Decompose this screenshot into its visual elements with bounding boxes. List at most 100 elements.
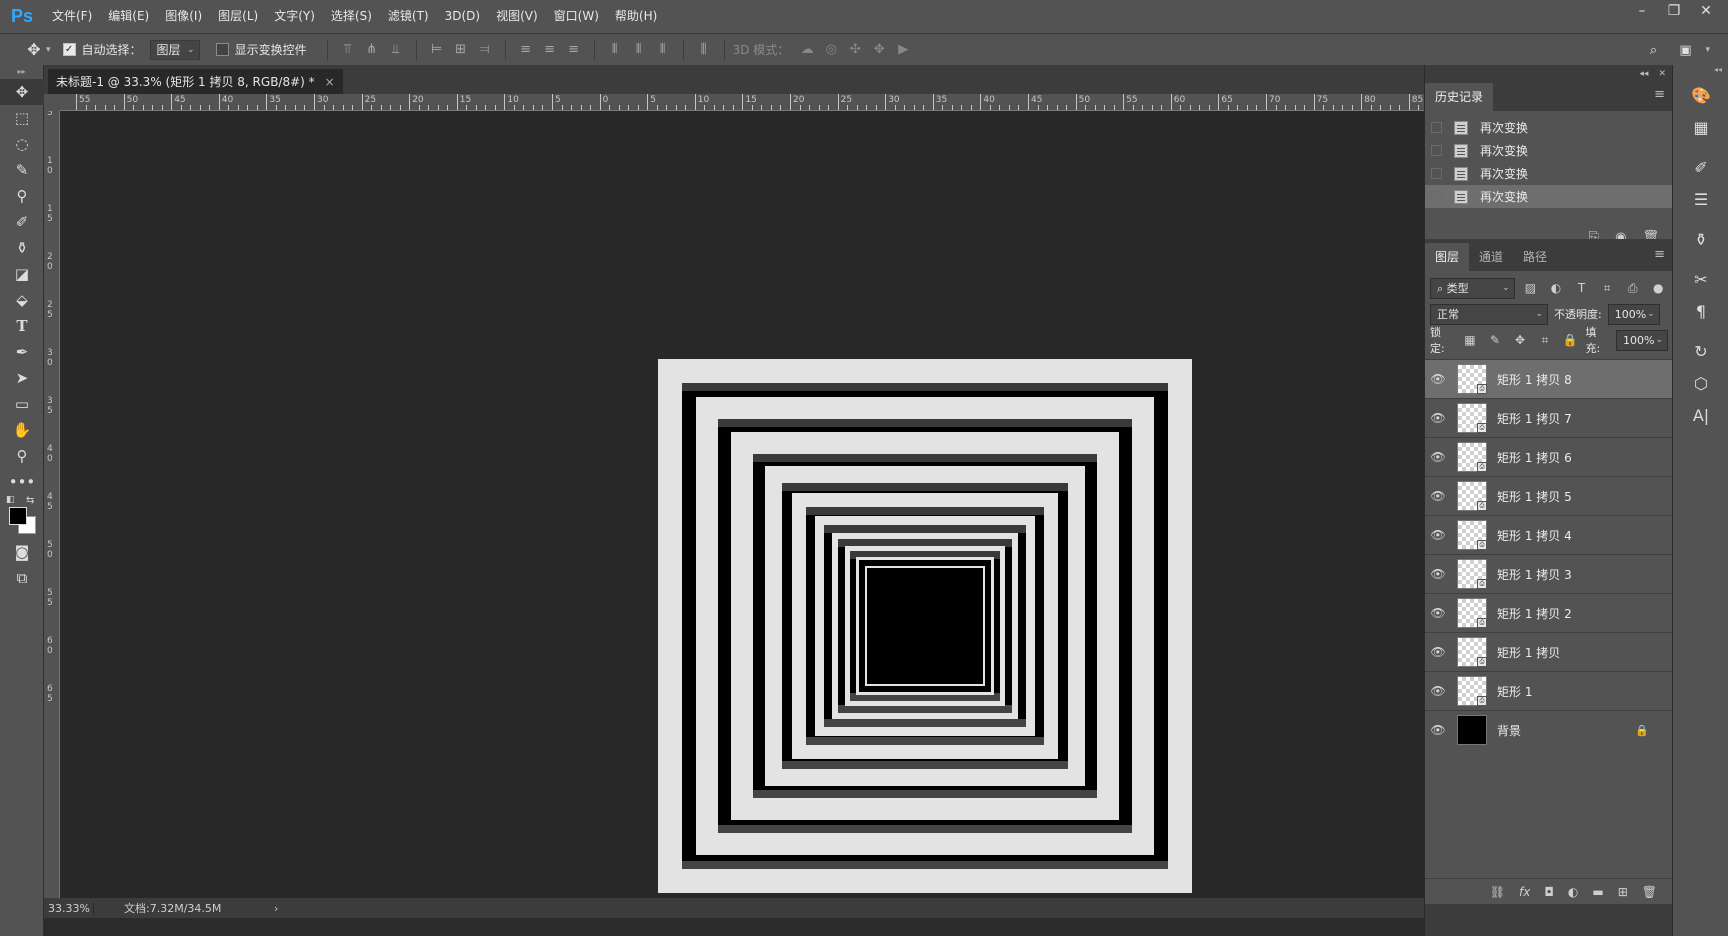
3d-slide-icon[interactable]: ✥ (867, 38, 891, 62)
move-tool-icon[interactable]: ✥ (0, 79, 44, 105)
align-right-icon[interactable]: ⫤ (473, 38, 497, 62)
brush-tool-icon[interactable]: ✐ (0, 209, 44, 235)
brush-panel-icon[interactable]: ✐ (1681, 151, 1721, 183)
restore-button[interactable]: ❐ (1658, 0, 1690, 22)
align-top-icon[interactable]: ⫪ (336, 38, 360, 62)
shape-filter-icon[interactable]: ⌗ (1597, 281, 1617, 296)
visibility-eye-icon[interactable]: 👁 (1425, 372, 1451, 386)
strip-grip-icon[interactable]: ◂◂ (1673, 65, 1728, 79)
marquee-tool-icon[interactable]: ⬚ (0, 105, 44, 131)
visibility-eye-icon[interactable]: 👁 (1425, 489, 1451, 503)
navigator-panel-icon[interactable]: ↻ (1681, 335, 1721, 367)
layer-lock-icon[interactable]: 🔒 (1635, 724, 1649, 737)
auto-select-checkbox[interactable]: ✓ (62, 43, 76, 56)
lock-all-icon[interactable]: 🔒 (1561, 333, 1580, 347)
blend-mode-select[interactable]: 正常 ⌄ (1430, 303, 1548, 325)
3d-pan-icon[interactable]: ✣ (843, 38, 867, 62)
fill-input[interactable]: 100% ⌄ (1615, 329, 1668, 351)
tab-paths[interactable]: 路径 (1513, 243, 1557, 271)
menu-window[interactable]: 窗口(W) (546, 0, 607, 33)
clone-source-panel-icon[interactable]: ⚱ (1681, 223, 1721, 255)
horizontal-ruler[interactable]: 55 50 45 40 35 30 25 20 15 10 5 0 5 10 15 20 25 30 35 40 45 5… (60, 94, 1424, 111)
paragraph-panel-icon[interactable]: ¶ (1681, 295, 1721, 327)
lock-pixels-icon[interactable]: ✎ (1485, 333, 1504, 347)
type-filter-icon[interactable]: T (1572, 281, 1592, 295)
history-source-checkbox[interactable] (1431, 191, 1442, 202)
lock-position-icon[interactable]: ✥ (1510, 333, 1529, 347)
foreground-color-swatch[interactable] (9, 507, 27, 525)
search-icon[interactable]: ⌕ (1641, 38, 1665, 62)
filter-kind-select[interactable]: ⌕ 类型 ⌄ (1430, 277, 1515, 299)
history-item[interactable]: 再次变换 (1425, 185, 1673, 208)
distribute-top-icon[interactable]: ≡ (514, 38, 538, 62)
pixel-filter-icon[interactable]: ▨ (1521, 281, 1541, 295)
layer-row[interactable]: 👁 ⎙ 矩形 1 拷贝 (1425, 632, 1673, 671)
3d-roll-icon[interactable]: ◎ (819, 38, 843, 62)
visibility-eye-icon[interactable]: 👁 (1425, 528, 1451, 542)
color-panel-icon[interactable]: 🎨 (1681, 79, 1721, 111)
visibility-eye-icon[interactable]: 👁 (1425, 645, 1451, 659)
visibility-eye-icon[interactable]: 👁 (1425, 723, 1451, 737)
hand-tool-icon[interactable]: ✋ (0, 417, 44, 443)
filter-toggle-icon[interactable]: ● (1648, 281, 1668, 295)
ruler-corner[interactable] (44, 94, 60, 111)
character-panel-icon[interactable]: A| (1681, 399, 1721, 431)
new-layer-icon[interactable]: ⊞ (1618, 885, 1628, 899)
history-source-checkbox[interactable] (1431, 145, 1442, 156)
visibility-eye-icon[interactable]: 👁 (1425, 450, 1451, 464)
3d-panel-icon[interactable]: ⬡ (1681, 367, 1721, 399)
quick-select-tool-icon[interactable]: ✎ (0, 157, 44, 183)
eraser-tool-icon[interactable]: ◪ (0, 261, 44, 287)
lasso-tool-icon[interactable]: ◌ (0, 131, 44, 157)
align-vcenter-icon[interactable]: ⋔ (360, 38, 384, 62)
lock-transparency-icon[interactable]: ▦ (1460, 333, 1479, 347)
layer-row[interactable]: 👁 ⎙ 矩形 1 (1425, 671, 1673, 710)
menu-layer[interactable]: 图层(L) (210, 0, 266, 33)
screen-mode-icon[interactable]: ⧉ (0, 565, 44, 591)
menu-file[interactable]: 文件(F) (44, 0, 100, 33)
more-tools-icon[interactable]: ••• (0, 469, 44, 495)
layer-row[interactable]: 👁 ⎙ 矩形 1 拷贝 4 (1425, 515, 1673, 554)
lock-artboard-icon[interactable]: ⌗ (1536, 333, 1555, 348)
distribute-right-icon[interactable]: ⦀ (651, 38, 675, 62)
close-button[interactable]: ✕ (1690, 0, 1722, 22)
minimize-button[interactable]: – (1626, 0, 1658, 22)
workspace-icon[interactable]: ▣ (1673, 38, 1697, 62)
smart-object-filter-icon[interactable]: ⎙ (1623, 281, 1643, 296)
panel-menu-icon[interactable]: ≡ (1654, 247, 1665, 262)
vertical-ruler[interactable]: 51 01 52 02 53 03 54 04 55 05 56 06 5 (44, 94, 60, 898)
swap-colors-icon[interactable]: ⇆ (26, 495, 34, 506)
workspace-dropdown-icon[interactable]: ▾ (1705, 45, 1710, 55)
rectangle-tool-icon[interactable]: ▭ (0, 391, 44, 417)
menu-view[interactable]: 视图(V) (488, 0, 546, 33)
layer-row[interactable]: 👁 ⎙ 矩形 1 拷贝 2 (1425, 593, 1673, 632)
canvas-viewport[interactable] (61, 112, 1424, 898)
opacity-input[interactable]: 100% ⌄ (1607, 303, 1660, 325)
menu-select[interactable]: 选择(S) (323, 0, 380, 33)
distribute-bottom-icon[interactable]: ≡ (562, 38, 586, 62)
gradient-tool-icon[interactable]: ⬙ (0, 287, 44, 313)
type-tool-icon[interactable]: T (0, 313, 44, 339)
layer-row[interactable]: 👁 ⎙ 矩形 1 拷贝 8 (1425, 359, 1673, 398)
menu-3d[interactable]: 3D(D) (437, 0, 488, 33)
align-hcenter-icon[interactable]: ⊞ (449, 38, 473, 62)
3d-orbit-icon[interactable]: ☁ (795, 38, 819, 62)
layer-row[interactable]: 👁 ⎙ 矩形 1 拷贝 3 (1425, 554, 1673, 593)
distribute-vcenter-icon[interactable]: ≡ (538, 38, 562, 62)
layer-row[interactable]: 👁 ⎙ 矩形 1 拷贝 5 (1425, 476, 1673, 515)
close-icon[interactable]: ✕ (1658, 69, 1666, 79)
panel-grip-icon[interactable]: ▸▸ (0, 65, 43, 79)
quick-mask-icon[interactable]: ◙ (0, 539, 44, 565)
fx-icon[interactable]: fx (1519, 885, 1530, 899)
tab-channels[interactable]: 通道 (1469, 243, 1513, 271)
new-group-icon[interactable]: ▬ (1592, 885, 1603, 899)
status-menu-arrow[interactable]: › (274, 902, 278, 915)
path-select-tool-icon[interactable]: ➤ (0, 365, 44, 391)
menu-type[interactable]: 文字(Y) (266, 0, 323, 33)
zoom-level[interactable]: 33.33% (44, 901, 94, 915)
history-item[interactable]: 再次变换 (1425, 162, 1673, 185)
history-item[interactable]: 再次变换 (1425, 116, 1673, 139)
move-tool-icon[interactable]: ✥ (22, 38, 46, 62)
menu-edit[interactable]: 编辑(E) (100, 0, 157, 33)
add-mask-icon[interactable]: ◘ (1544, 885, 1554, 899)
